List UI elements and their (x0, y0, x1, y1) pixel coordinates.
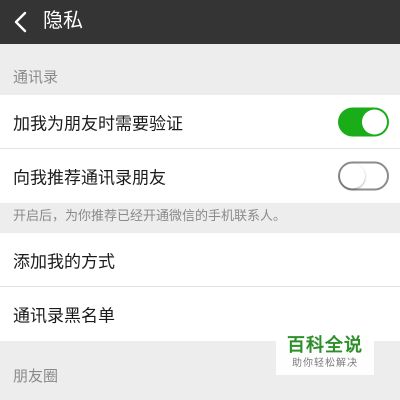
setting-label: 添加我的方式 (13, 252, 115, 272)
section-header-moments: 朋友圈 (13, 367, 59, 385)
section-header-contacts: 通讯录 (13, 68, 59, 86)
recommend-hint-text: 开启后，为你推荐已经开通微信的手机联系人。 (13, 209, 287, 224)
add-methods-group: 添加我的方式 通讯录黑名单 (0, 233, 400, 341)
verify-friend-toggle[interactable] (338, 107, 389, 136)
watermark-sub-text: 助你轻松解决 (292, 358, 358, 369)
setting-label: 通讯录黑名单 (13, 306, 115, 327)
setting-row-recommend-contacts[interactable]: 向我推荐通讯录朋友 (0, 149, 400, 203)
toggle-knob (362, 109, 387, 134)
contacts-settings-group: 加我为朋友时需要验证 向我推荐通讯录朋友 (0, 95, 400, 203)
watermark-main-text: 百科全说 (287, 335, 363, 356)
navbar: 隐私 (0, 0, 400, 44)
page-title: 隐私 (43, 8, 83, 32)
toggle-knob (340, 163, 365, 189)
recommend-contacts-toggle[interactable] (338, 161, 389, 191)
setting-row-add-methods[interactable]: 添加我的方式 (0, 233, 400, 287)
setting-row-verify-friend[interactable]: 加我为朋友时需要验证 (0, 95, 400, 149)
chevron-left-icon[interactable] (12, 10, 32, 34)
watermark-logo: 百科全说 助你轻松解决 (276, 331, 374, 375)
setting-label: 加我为朋友时需要验证 (13, 114, 183, 134)
setting-label: 向我推荐通讯录朋友 (13, 168, 166, 189)
